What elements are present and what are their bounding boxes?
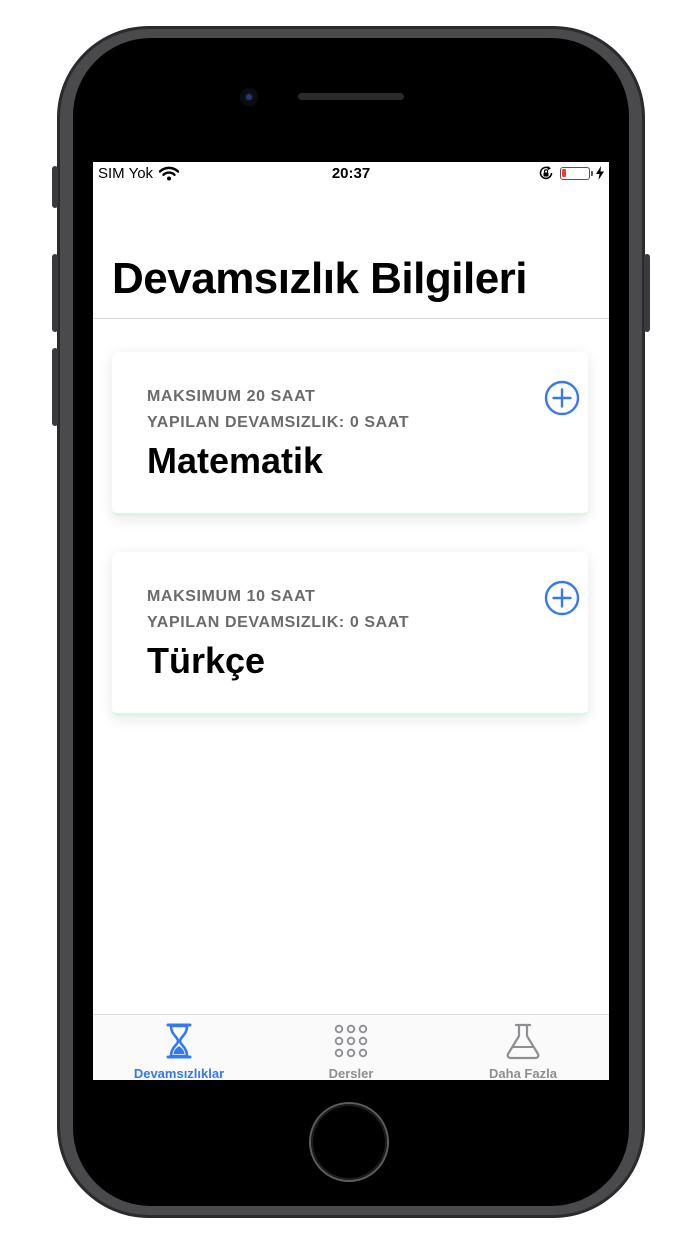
course-card-matematik: MAKSIMUM 20 SAAT YAPILAN DEVAMSIZLIK: 0 … bbox=[112, 352, 588, 516]
power-button bbox=[644, 254, 650, 332]
plus-circle-icon bbox=[544, 580, 580, 616]
tab-dersler[interactable]: Dersler bbox=[265, 1015, 437, 1080]
app-screen: SIM Yok 20:37 Devamsızlık Bilgileri MAKS… bbox=[93, 162, 609, 1080]
volume-up-button bbox=[52, 254, 58, 332]
page-title: Devamsızlık Bilgileri bbox=[112, 254, 528, 303]
front-camera bbox=[240, 88, 258, 106]
rotation-lock-icon bbox=[539, 166, 553, 180]
course-max-hours: MAKSIMUM 10 SAAT bbox=[147, 588, 316, 605]
course-name: Matematik bbox=[147, 440, 324, 481]
tab-bar: Devamsızlıklar Dersler Daha Fazla bbox=[93, 1014, 609, 1080]
earpiece-speaker bbox=[298, 93, 404, 100]
battery-level-fill bbox=[562, 168, 566, 177]
silent-switch bbox=[52, 166, 58, 208]
tab-devamsizliklar[interactable]: Devamsızlıklar bbox=[93, 1015, 265, 1080]
add-absence-button[interactable] bbox=[544, 380, 580, 416]
title-divider bbox=[93, 318, 609, 319]
course-max-hours: MAKSIMUM 20 SAAT bbox=[147, 388, 316, 405]
status-indicators bbox=[538, 165, 604, 181]
grid-dots-icon bbox=[334, 1024, 368, 1058]
flask-icon bbox=[506, 1023, 540, 1060]
status-time: 20:37 bbox=[331, 165, 371, 182]
home-button[interactable] bbox=[311, 1104, 387, 1180]
course-name: Türkçe bbox=[147, 640, 266, 681]
battery-icon bbox=[560, 166, 593, 180]
volume-down-button bbox=[52, 348, 58, 426]
tab-daha-fazla[interactable]: Daha Fazla bbox=[437, 1015, 609, 1080]
tab-label: Daha Fazla bbox=[489, 1066, 557, 1080]
tab-label: Dersler bbox=[328, 1066, 374, 1080]
course-absence: YAPILAN DEVAMSIZLIK: 0 SAAT bbox=[147, 414, 410, 431]
charging-bolt-icon bbox=[596, 166, 604, 180]
hourglass-icon bbox=[166, 1023, 192, 1059]
add-absence-button[interactable] bbox=[544, 580, 580, 616]
status-bar: SIM Yok 20:37 bbox=[93, 162, 609, 186]
tab-label: Devamsızlıklar bbox=[133, 1066, 225, 1080]
plus-circle-icon bbox=[544, 380, 580, 416]
course-absence: YAPILAN DEVAMSIZLIK: 0 SAAT bbox=[147, 614, 410, 631]
course-card-turkce: MAKSIMUM 10 SAAT YAPILAN DEVAMSIZLIK: 0 … bbox=[112, 552, 588, 716]
